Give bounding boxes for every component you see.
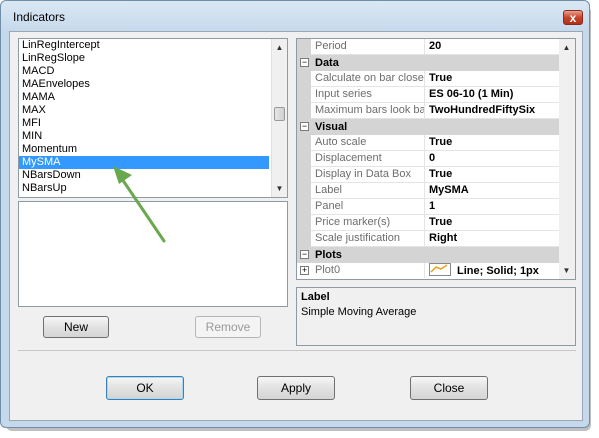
help-description: Simple Moving Average [301,306,417,318]
property-grid-scrollbar[interactable]: ▲ ▼ [559,39,575,279]
property-row[interactable]: Input series ES 06-10 (1 Min) [297,87,559,103]
row-gutter [297,135,311,151]
property-name: Period [311,39,425,54]
category-plots[interactable]: − Plots [297,247,559,263]
list-item[interactable]: MIN [19,130,269,143]
collapse-icon[interactable]: − [300,58,309,67]
plot-style-text: Line; Solid; 1px [457,265,539,277]
list-item[interactable]: MFI [19,117,269,130]
plot-line-swatch-icon [429,263,451,276]
property-name: Auto scale [311,135,425,150]
row-gutter [297,231,311,247]
property-value[interactable]: Line; Solid; 1px [426,263,559,278]
divider [18,350,576,351]
remove-button[interactable]: Remove [195,316,261,338]
close-button[interactable]: Close [410,376,488,400]
help-title: Label [301,291,330,303]
property-row-plot0[interactable]: + Plot0 Line; Solid; 1px [297,263,559,279]
property-name: Calculate on bar close [311,71,425,86]
property-row[interactable]: Scale justification Right [297,231,559,247]
row-gutter [297,39,311,55]
property-value[interactable]: True [426,135,559,150]
window-title: Indicators [13,10,66,24]
property-row[interactable]: Display in Data Box True [297,167,559,183]
row-gutter [297,71,311,87]
list-item[interactable]: LinRegSlope [19,52,269,65]
category-visual[interactable]: − Visual [297,119,559,135]
row-gutter [297,215,311,231]
property-value[interactable]: True [426,167,559,182]
row-gutter [297,151,311,167]
property-help-panel: Label Simple Moving Average [296,287,576,346]
property-value[interactable]: TwoHundredFiftySix [426,103,559,118]
list-item[interactable]: LinRegIntercept [19,39,269,52]
new-button[interactable]: New [43,316,109,338]
property-name: Displacement [311,151,425,166]
category-data[interactable]: − Data [297,55,559,71]
scroll-down-arrow-icon[interactable]: ▼ [274,183,285,194]
row-gutter [297,199,311,215]
property-value[interactable]: 0 [426,151,559,166]
ok-button[interactable]: OK [106,376,184,400]
property-value[interactable]: True [426,215,559,230]
property-name: Scale justification [311,231,425,246]
property-name: Maximum bars look ba [311,103,425,118]
row-gutter [297,103,311,119]
annotation-arrow [113,166,166,243]
property-row[interactable]: Auto scale True [297,135,559,151]
category-label: Visual [315,121,348,133]
list-item[interactable]: MACD [19,65,269,78]
property-row-period[interactable]: Period 20 [297,39,559,55]
row-gutter [297,87,311,103]
property-value[interactable]: MySMA [426,183,559,198]
property-value[interactable]: Right [426,231,559,246]
apply-button[interactable]: Apply [257,376,335,400]
list-item[interactable]: MAEnvelopes [19,78,269,91]
property-name: Display in Data Box [311,167,425,182]
list-item[interactable]: MAX [19,104,269,117]
property-value[interactable]: 20 [426,39,559,54]
close-icon: x [569,11,577,25]
property-row[interactable]: Price marker(s) True [297,215,559,231]
property-value[interactable]: 1 [426,199,559,214]
close-window-button[interactable]: x [563,10,583,25]
property-row[interactable]: Label MySMA [297,183,559,199]
list-item[interactable]: MAMA [19,91,269,104]
expand-icon[interactable]: + [300,266,309,275]
row-gutter [297,183,311,199]
row-gutter [297,167,311,183]
property-row[interactable]: Displacement 0 [297,151,559,167]
category-label: Data [315,57,339,69]
scroll-up-arrow-icon[interactable]: ▲ [274,42,285,53]
list-item[interactable]: Momentum [19,143,269,156]
property-value[interactable]: True [426,71,559,86]
property-name: Plot0 [311,263,425,278]
property-row[interactable]: Panel 1 [297,199,559,215]
property-row[interactable]: Calculate on bar close True [297,71,559,87]
scroll-up-arrow-icon[interactable]: ▲ [561,42,572,53]
property-name: Input series [311,87,425,102]
property-grid[interactable]: Period 20 − Data Calculate on bar close T… [296,38,576,280]
indicator-list-scrollbar[interactable]: ▲ ▼ [271,39,287,197]
property-name: Label [311,183,425,198]
collapse-icon[interactable]: − [300,250,309,259]
property-name: Price marker(s) [311,215,425,230]
category-label: Plots [315,249,342,261]
collapse-icon[interactable]: − [300,122,309,131]
property-value[interactable]: ES 06-10 (1 Min) [426,87,559,102]
scrollbar-thumb[interactable] [274,107,285,121]
property-row[interactable]: Maximum bars look ba TwoHundredFiftySix [297,103,559,119]
scroll-down-arrow-icon[interactable]: ▼ [561,265,572,276]
property-name: Panel [311,199,425,214]
